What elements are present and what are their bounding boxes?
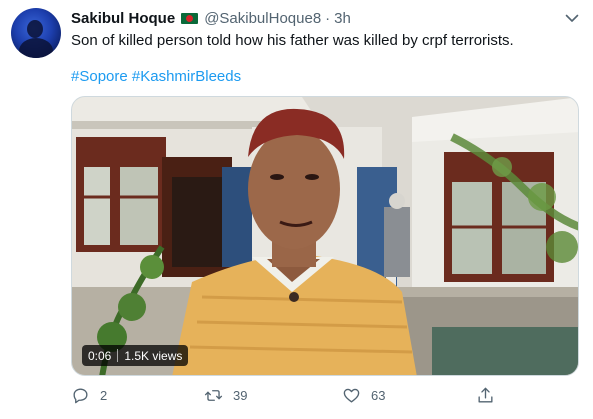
tweet-text: Son of killed person told how his father… <box>71 32 514 49</box>
share-icon <box>478 387 493 403</box>
retweet-count: 39 <box>233 388 248 403</box>
retweet-icon <box>204 390 223 401</box>
like-icon <box>343 388 360 403</box>
hashtags: #Sopore #KashmirBleeds <box>71 67 241 87</box>
like-count: 63 <box>371 388 386 403</box>
video-frame <box>72 97 578 375</box>
chevron-down-icon[interactable] <box>564 10 580 26</box>
video-badge: 0:06 1.5K views <box>82 345 189 366</box>
reply-icon <box>73 388 88 404</box>
like-button[interactable]: 63 <box>342 386 385 405</box>
video-views: 1.5K views <box>124 348 183 363</box>
badge-divider <box>117 349 119 362</box>
avatar-shoulders <box>19 38 53 58</box>
header-separator: · <box>325 9 331 27</box>
retweet-button[interactable]: 39 <box>204 386 247 405</box>
reply-count: 2 <box>100 388 108 403</box>
share-button[interactable] <box>476 386 495 405</box>
tweet-timestamp[interactable]: 3h <box>334 10 351 27</box>
avatar-head <box>27 20 43 38</box>
bangladesh-flag-icon <box>181 12 199 24</box>
hashtag-sopore[interactable]: #Sopore <box>71 68 128 85</box>
video-player[interactable]: 0:06 1.5K views <box>71 96 579 376</box>
hashtag-kashmirbleeds[interactable]: #KashmirBleeds <box>132 68 241 85</box>
author-name[interactable]: Sakibul Hoque <box>71 10 175 27</box>
tweet-actions: 2 39 63 <box>71 386 591 408</box>
tweet[interactable]: Sakibul Hoque @SakibulHoque8 · 3h Son of… <box>0 0 593 419</box>
tweet-header: Sakibul Hoque @SakibulHoque8 · 3h <box>71 8 351 28</box>
author-handle[interactable]: @SakibulHoque8 <box>204 10 321 27</box>
avatar[interactable] <box>11 8 61 58</box>
video-duration: 0:06 <box>88 348 112 363</box>
reply-button[interactable]: 2 <box>71 386 107 405</box>
